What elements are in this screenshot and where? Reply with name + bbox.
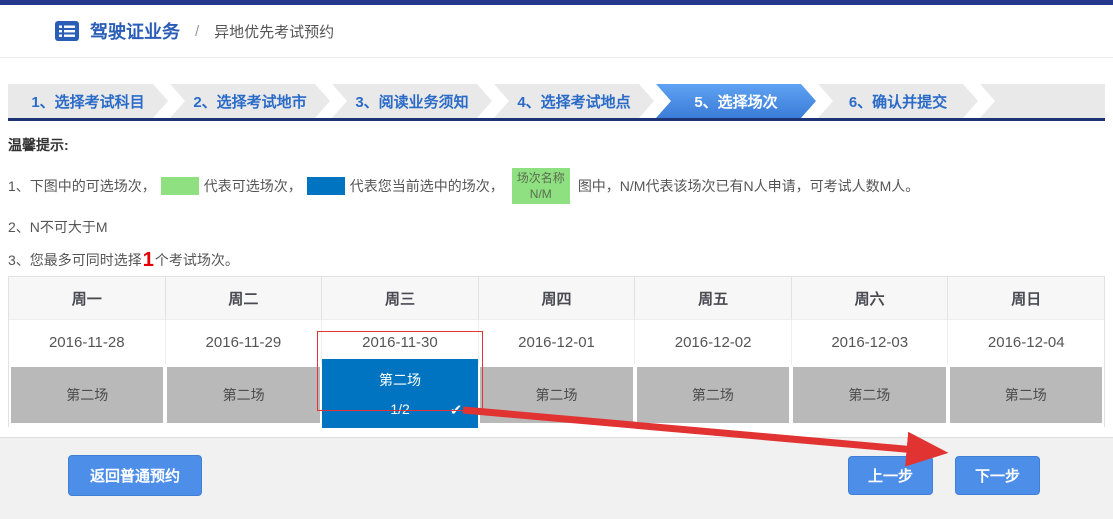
step-tab-1[interactable]: 1、选择考试科目 [8, 84, 168, 118]
tip-line-3: 3、您最多可同时选择 1 个考试场次。 [8, 250, 1105, 270]
session-label[interactable]: 第二场 [793, 367, 945, 423]
list-icon [55, 21, 79, 41]
step-tab-3[interactable]: 3、阅读业务须知 [332, 84, 492, 118]
session-selected[interactable]: 第二场 1/2 ✔ [322, 359, 478, 428]
date-cell: 2016-12-02 [635, 320, 792, 365]
day-header: 周五 [635, 277, 792, 320]
back-to-normal-booking-button[interactable]: 返回普通预约 [68, 455, 202, 496]
tip1-text-c: 代表您当前选中的场次， [350, 176, 504, 196]
session-cell-tue[interactable]: 第二场 [165, 365, 321, 427]
table-row-days: 周一 周二 周三 周四 周五 周六 周日 [9, 277, 1104, 320]
date-cell: 2016-12-04 [948, 320, 1104, 365]
session-label: 第二场 [379, 370, 421, 390]
day-header: 周二 [166, 277, 323, 320]
day-header: 周六 [792, 277, 949, 320]
legend-available-swatch [161, 177, 199, 195]
schedule-table: 周一 周二 周三 周四 周五 周六 周日 2016-11-28 2016-11-… [8, 276, 1105, 427]
step-tab-6[interactable]: 6、确认并提交 [818, 84, 978, 118]
prev-step-button[interactable]: 上一步 [848, 456, 933, 495]
table-row-sessions: 第二场 第二场 第二场 1/2 ✔ 第二场 第二场 第二场 第二场 [9, 365, 1104, 427]
legend-selected-swatch [307, 177, 345, 195]
tips-section: 温馨提示: 1、下图中的可选场次， 代表可选场次， 代表您当前选中的场次， 场次… [8, 135, 1105, 270]
breadcrumb-section[interactable]: 驾驶证业务 [90, 18, 180, 44]
date-cell: 2016-11-29 [166, 320, 323, 365]
session-label[interactable]: 第二场 [167, 367, 319, 423]
check-icon: ✔ [450, 401, 463, 419]
tip1-text-b: 代表可选场次， [204, 176, 302, 196]
session-capacity: 1/2 [390, 401, 409, 417]
tip-line-1: 1、下图中的可选场次， 代表可选场次， 代表您当前选中的场次， 场次名称 N/M… [8, 168, 1105, 204]
tip1-text-d: 图中，N/M代表该场次已有N人申请，可考试人数M人。 [578, 176, 919, 196]
legend-badge-value: N/M [530, 187, 552, 201]
session-cell-mon[interactable]: 第二场 [9, 365, 165, 427]
session-cell-sun[interactable]: 第二场 [948, 365, 1104, 427]
breadcrumb-current: 异地优先考试预约 [214, 21, 334, 42]
step-tab-4[interactable]: 4、选择考试地点 [494, 84, 654, 118]
day-header: 周三 [322, 277, 479, 320]
tip-line-2: 2、N不可大于M [8, 217, 1105, 237]
tip3-text-a: 3、您最多可同时选择 [8, 250, 142, 270]
day-header: 周一 [9, 277, 166, 320]
page-header: 驾驶证业务 / 异地优先考试预约 [0, 5, 1113, 58]
tip1-text-a: 1、下图中的可选场次， [8, 176, 156, 196]
breadcrumb-separator: / [195, 23, 199, 40]
session-label[interactable]: 第二场 [480, 367, 632, 423]
table-row-dates: 2016-11-28 2016-11-29 2016-11-30 2016-12… [9, 320, 1104, 365]
step-tab-filler [980, 84, 1105, 118]
session-cell-wed-selected[interactable]: 第二场 1/2 ✔ [322, 365, 478, 427]
date-cell: 2016-12-03 [792, 320, 949, 365]
step-tab-5-active[interactable]: 5、选择场次 [656, 84, 816, 118]
step-tab-2[interactable]: 2、选择考试地市 [170, 84, 330, 118]
session-label[interactable]: 第二场 [11, 367, 163, 423]
next-step-button[interactable]: 下一步 [955, 456, 1040, 495]
day-header: 周日 [948, 277, 1104, 320]
steps-underline [8, 118, 1105, 121]
session-label[interactable]: 第二场 [637, 367, 789, 423]
step-wizard: 1、选择考试科目 2、选择考试地市 3、阅读业务须知 4、选择考试地点 5、选择… [8, 84, 1105, 121]
session-label[interactable]: 第二场 [950, 367, 1102, 423]
tips-heading: 温馨提示: [8, 135, 1105, 155]
date-cell: 2016-12-01 [479, 320, 636, 365]
legend-badge-title: 场次名称 [517, 171, 565, 185]
date-cell: 2016-11-28 [9, 320, 166, 365]
session-cell-fri[interactable]: 第二场 [635, 365, 791, 427]
session-cell-thu[interactable]: 第二场 [478, 365, 634, 427]
session-cell-sat[interactable]: 第二场 [791, 365, 947, 427]
footer-bar: 返回普通预约 上一步 下一步 [0, 437, 1113, 519]
legend-session-badge: 场次名称 N/M [512, 168, 570, 204]
day-header: 周四 [479, 277, 636, 320]
max-select-count: 1 [142, 250, 155, 270]
tip3-text-b: 个考试场次。 [155, 250, 239, 270]
